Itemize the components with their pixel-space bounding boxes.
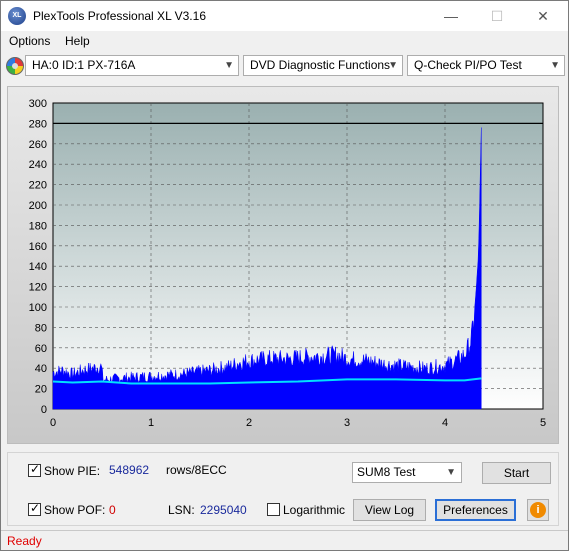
x-tick-label: 5 xyxy=(540,417,546,429)
x-tick-label: 3 xyxy=(344,417,350,429)
function-select-value: DVD Diagnostic Functions xyxy=(250,58,391,72)
test-mode-select[interactable]: SUM8 Test ▼ xyxy=(352,462,462,483)
drive-select-value: HA:0 ID:1 PX-716A xyxy=(32,58,136,72)
y-tick-label: 80 xyxy=(35,322,47,334)
menu-bar: Options Help xyxy=(1,31,568,51)
start-button[interactable]: Start xyxy=(482,462,551,484)
pie-value: 548962 xyxy=(109,463,150,477)
status-text: Ready xyxy=(7,534,42,548)
y-tick-label: 20 xyxy=(35,384,47,396)
x-tick-label: 4 xyxy=(442,417,448,429)
lsn-value: 2295040 xyxy=(200,503,247,517)
chevron-down-icon: ▼ xyxy=(224,60,234,71)
chevron-down-icon: ▼ xyxy=(446,467,456,478)
app-logo-icon: XL xyxy=(8,7,26,25)
info-icon: i xyxy=(530,502,546,518)
y-tick-label: 180 xyxy=(29,220,47,232)
controls-panel: Show PIE: 548962 rows/8ECC SUM8 Test ▼ S… xyxy=(7,452,559,526)
chevron-down-icon: ▼ xyxy=(550,60,560,71)
main-window: XL PlexTools Professional XL V3.16 — ☐ ✕… xyxy=(0,0,569,551)
y-tick-label: 240 xyxy=(29,159,47,171)
x-tick-label: 2 xyxy=(246,417,252,429)
y-tick-label: 300 xyxy=(29,98,47,110)
menu-options[interactable]: Options xyxy=(9,34,50,48)
y-tick-label: 140 xyxy=(29,261,47,273)
y-tick-label: 200 xyxy=(29,200,47,212)
toolbar: HA:0 ID:1 PX-716A ▼ DVD Diagnostic Funct… xyxy=(1,53,568,79)
y-tick-label: 0 xyxy=(41,404,47,416)
minimize-icon[interactable]: — xyxy=(428,1,474,31)
pof-value: 0 xyxy=(109,503,116,517)
y-tick-label: 220 xyxy=(29,180,47,192)
y-tick-label: 40 xyxy=(35,363,47,375)
y-tick-label: 60 xyxy=(35,343,47,355)
y-tick-label: 280 xyxy=(29,118,47,130)
status-bar: Ready xyxy=(1,530,568,551)
y-tick-label: 260 xyxy=(29,139,47,151)
lsn-label: LSN: xyxy=(168,503,195,517)
window-title: PlexTools Professional XL V3.16 xyxy=(33,9,206,23)
disc-drive-icon xyxy=(6,57,24,75)
function-select[interactable]: DVD Diagnostic Functions ▼ xyxy=(243,55,403,76)
view-log-button[interactable]: View Log xyxy=(353,499,426,521)
show-pof-checkbox[interactable] xyxy=(28,501,41,516)
test-type-select[interactable]: Q-Check PI/PO Test ▼ xyxy=(407,55,565,76)
y-tick-label: 100 xyxy=(29,302,47,314)
logarithmic-label: Logarithmic xyxy=(283,503,346,517)
pi-po-chart: 0204060801001201401601802002202402602803… xyxy=(29,98,546,429)
logarithmic-checkbox[interactable] xyxy=(267,503,280,516)
x-tick-label: 1 xyxy=(148,417,154,429)
maximize-icon[interactable]: ☐ xyxy=(474,1,520,31)
y-tick-label: 160 xyxy=(29,241,47,253)
close-icon[interactable]: ✕ xyxy=(520,1,566,31)
show-pie-checkbox[interactable] xyxy=(28,462,41,477)
test-mode-value: SUM8 Test xyxy=(357,465,416,479)
chevron-down-icon: ▼ xyxy=(388,60,398,71)
menu-help[interactable]: Help xyxy=(65,34,90,48)
test-type-select-value: Q-Check PI/PO Test xyxy=(414,58,522,72)
pie-unit: rows/8ECC xyxy=(166,463,227,477)
show-pof-label: Show POF: xyxy=(44,503,106,517)
y-tick-label: 120 xyxy=(29,282,47,294)
preferences-button[interactable]: Preferences xyxy=(435,499,516,521)
drive-select[interactable]: HA:0 ID:1 PX-716A ▼ xyxy=(25,55,239,76)
chart-panel: 0 20 40 60 80 100 120 140 160 180 200 220 240 260 280 3… xyxy=(7,86,559,444)
x-tick-label: 0 xyxy=(50,417,56,429)
info-button[interactable]: i xyxy=(527,499,549,521)
show-pie-label: Show PIE: xyxy=(44,464,101,478)
title-bar[interactable]: XL PlexTools Professional XL V3.16 — ☐ ✕ xyxy=(1,1,568,31)
